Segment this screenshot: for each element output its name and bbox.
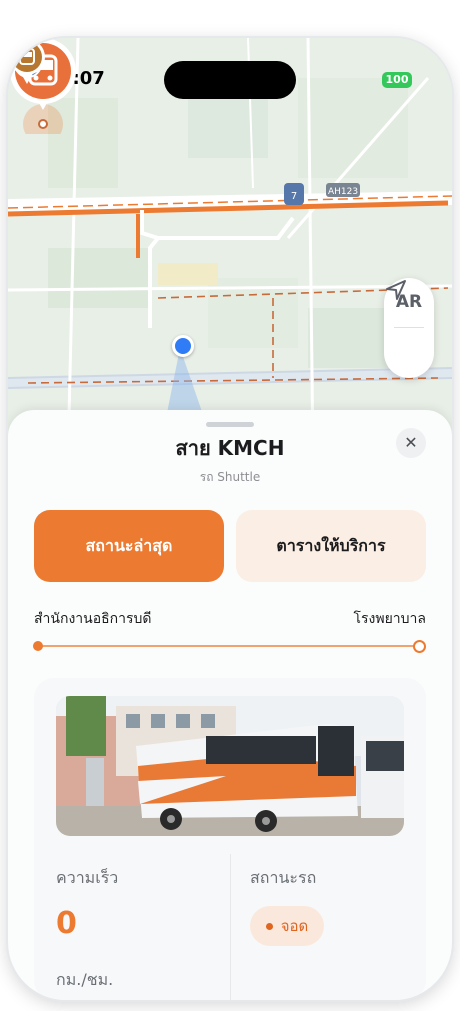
route-origin: สำนักงานอธิการบดี: [34, 611, 152, 627]
speed-unit: กม./ชม.: [56, 970, 114, 989]
route-bottom-sheet[interactable]: สาย KMCH รถ Shuttle ✕ สถานะล่าสุด ตารางใ…: [8, 410, 452, 1000]
stats-divider: [230, 854, 231, 1000]
navigation-arrow-icon[interactable]: [384, 278, 408, 302]
bus-photo: [56, 696, 404, 836]
tab-latest-status[interactable]: สถานะล่าสุด: [34, 510, 224, 582]
status-badge-text: จอด: [280, 917, 309, 935]
map-controls: AR: [384, 278, 434, 378]
route-start-dot: [33, 641, 43, 651]
speed-label: ความเร็ว: [56, 868, 119, 887]
battery-indicator: 100: [382, 72, 412, 88]
status-dot: [265, 923, 273, 930]
status-badge: จอด: [250, 906, 324, 946]
route-title: สาย KMCH: [175, 436, 285, 460]
phone-frame: 7 AH123 9:07 100 AR สาย KMCH รถ Shuttle …: [8, 38, 452, 1000]
map-view[interactable]: 7 AH123 9:07 100 AR: [8, 38, 452, 458]
user-location-dot: [172, 335, 194, 357]
speed-value: 0: [56, 906, 77, 941]
dynamic-island: [164, 61, 296, 99]
sheet-drag-handle[interactable]: [206, 422, 254, 427]
vehicle-status-label: สถานะรถ: [250, 868, 317, 887]
route-end-dot: [413, 640, 426, 653]
road-shield-label: 7: [291, 191, 297, 202]
bus-stop-pin-icon[interactable]: [8, 38, 46, 84]
vehicle-card: ความเร็ว 0 กม./ชม. สถานะรถ จอด: [34, 678, 426, 1000]
road-label-ah: AH123: [328, 187, 358, 197]
map-controls-divider: [394, 327, 424, 328]
close-button[interactable]: ✕: [396, 428, 426, 458]
route-subtitle: รถ Shuttle: [199, 470, 261, 484]
tab-service-schedule[interactable]: ตารางให้บริการ: [236, 510, 426, 582]
route-destination: โรงพยาบาล: [353, 611, 427, 627]
route-progress-line: [38, 645, 421, 647]
